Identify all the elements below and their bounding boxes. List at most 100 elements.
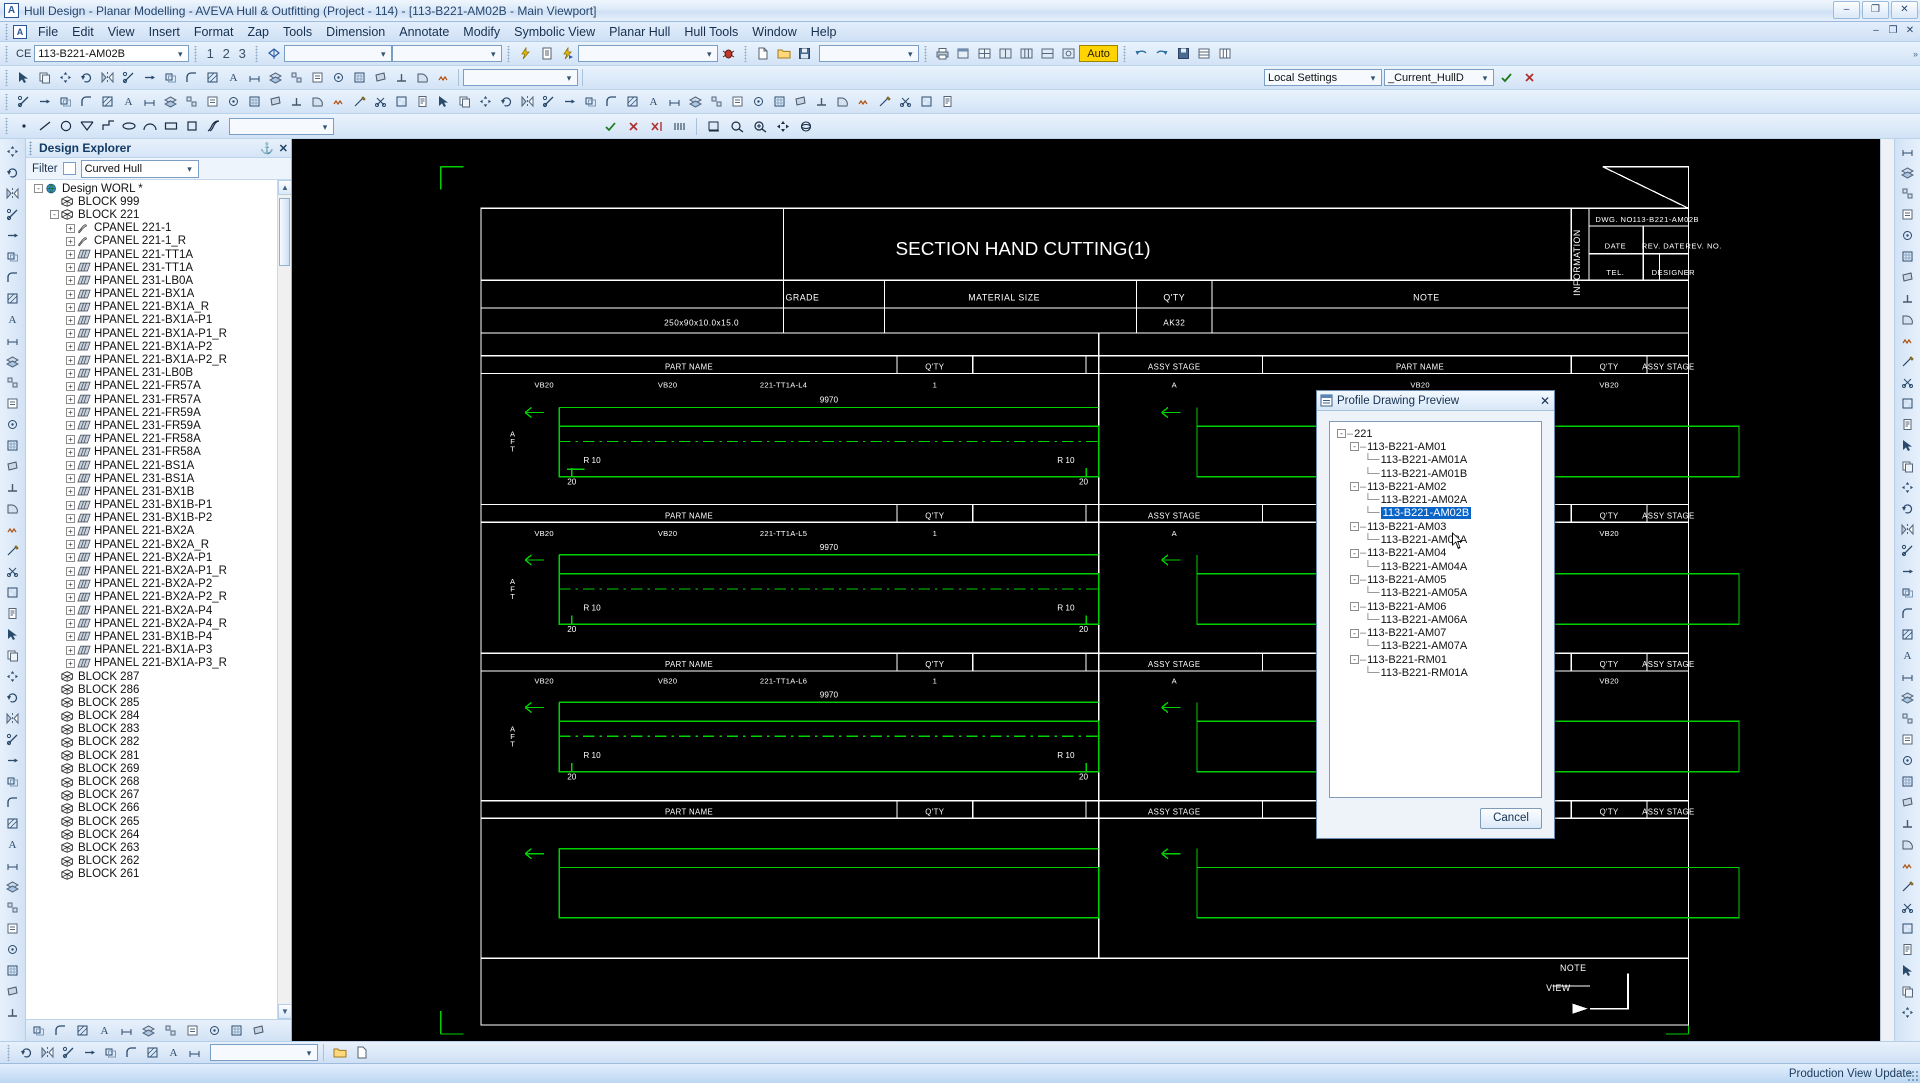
dimension-icon[interactable] <box>3 330 23 350</box>
layer-icon[interactable] <box>3 876 23 896</box>
print-icon[interactable] <box>932 44 953 64</box>
dimension-icon[interactable] <box>1898 666 1918 686</box>
hatch-icon[interactable] <box>1898 624 1918 644</box>
trim-icon[interactable] <box>58 1043 79 1063</box>
toolbar3-drag-handle[interactable] <box>3 93 10 110</box>
tree-item[interactable]: BLOCK 263 <box>26 841 291 854</box>
tree-item[interactable]: + HPANEL 221-BX1A-P1 <box>26 314 291 327</box>
menu-item-symbolic-view[interactable]: Symbolic View <box>507 23 602 41</box>
text-icon[interactable]: A <box>223 68 244 88</box>
dimension-icon[interactable] <box>1898 141 1918 161</box>
rotate-icon[interactable] <box>76 68 97 88</box>
stiffener-icon[interactable] <box>1898 288 1918 308</box>
report-icon[interactable] <box>937 92 958 112</box>
pin-icon[interactable]: ⚓ <box>260 142 274 155</box>
move-icon[interactable] <box>475 92 496 112</box>
text-icon[interactable]: A <box>94 1021 115 1041</box>
dimension-icon[interactable] <box>244 68 265 88</box>
drawing-list-item[interactable]: - –113-B221-AM05 <box>1333 573 1538 586</box>
properties-icon[interactable] <box>202 92 223 112</box>
point-icon[interactable] <box>13 116 34 136</box>
polyline-icon[interactable] <box>76 116 97 136</box>
drawing-list-item[interactable]: └─ 113-B221-AM03A <box>1333 533 1538 546</box>
cut-icon[interactable] <box>370 92 391 112</box>
scroll-up-button[interactable]: ▲ <box>278 180 291 195</box>
properties-icon[interactable] <box>3 393 23 413</box>
grid-table-icon[interactable] <box>1215 44 1236 64</box>
fillet-icon[interactable] <box>601 92 622 112</box>
toolbar1-overflow-chevron-icon[interactable]: » <box>1913 49 1918 59</box>
mdi-restore-button[interactable]: ❐ <box>1885 24 1901 40</box>
fillet-icon[interactable] <box>3 792 23 812</box>
dialog-close-icon[interactable]: ✕ <box>1540 395 1550 407</box>
reject-all-icon[interactable] <box>646 116 667 136</box>
tree-item[interactable]: BLOCK 283 <box>26 723 291 736</box>
spline-icon[interactable] <box>202 116 223 136</box>
mirror-icon[interactable] <box>3 708 23 728</box>
expand-icon[interactable]: + <box>66 566 75 576</box>
expand-icon[interactable]: + <box>66 487 75 497</box>
tree-item[interactable]: + HPANEL 221-BX1A-P2_R <box>26 353 291 366</box>
tree-item[interactable]: BLOCK 281 <box>26 749 291 762</box>
dimension-icon[interactable] <box>139 92 160 112</box>
group-icon[interactable] <box>160 1021 181 1041</box>
tree-item[interactable]: BLOCK 282 <box>26 736 291 749</box>
filter-type-combo[interactable]: Curved Hull ▾ <box>80 159 199 178</box>
menu-item-file[interactable]: File <box>31 23 65 41</box>
tree-item[interactable]: + HPANEL 231-LB0B <box>26 367 291 380</box>
cut-icon[interactable] <box>1898 897 1918 917</box>
rotate-icon[interactable] <box>3 162 23 182</box>
arc-icon[interactable] <box>139 116 160 136</box>
menu-drag-handle[interactable] <box>3 23 10 40</box>
bracket-icon[interactable] <box>412 68 433 88</box>
tree-item[interactable]: + HPANEL 231-BX1B-P4 <box>26 630 291 643</box>
local-settings-combo[interactable]: Local Settings ▾ <box>1264 69 1382 86</box>
layout-2-icon[interactable] <box>995 44 1016 64</box>
level-combo-1[interactable]: ▾ <box>284 45 393 62</box>
trim-icon[interactable] <box>3 204 23 224</box>
menu-item-annotate[interactable]: Annotate <box>392 23 456 41</box>
tree-item[interactable]: BLOCK 266 <box>26 802 291 815</box>
list-report-icon[interactable] <box>536 44 557 64</box>
drawing-list-item[interactable]: - –113-B221-AM07 <box>1333 626 1538 639</box>
bracket-icon[interactable] <box>1898 309 1918 329</box>
menu-item-tools[interactable]: Tools <box>276 23 319 41</box>
bracket-icon[interactable] <box>3 498 23 518</box>
expand-icon[interactable]: + <box>66 513 75 523</box>
ce-combo[interactable]: 113-B221-AM02B ▾ <box>34 45 190 62</box>
nest-icon[interactable] <box>3 582 23 602</box>
tree-item[interactable]: BLOCK 287 <box>26 670 291 683</box>
expand-icon[interactable]: + <box>66 276 75 286</box>
rotate-icon[interactable] <box>16 1043 37 1063</box>
circle-icon[interactable] <box>55 116 76 136</box>
offset-icon[interactable] <box>580 92 601 112</box>
snap-icon[interactable] <box>1898 225 1918 245</box>
copy-icon[interactable] <box>34 68 55 88</box>
copy-icon[interactable] <box>3 645 23 665</box>
group-icon[interactable] <box>3 372 23 392</box>
properties-icon[interactable] <box>3 918 23 938</box>
offset-icon[interactable] <box>3 246 23 266</box>
bug-icon[interactable] <box>718 44 739 64</box>
offset-icon[interactable] <box>55 92 76 112</box>
move-icon[interactable] <box>3 666 23 686</box>
drawing-list-item[interactable]: - –113-B221-AM04 <box>1333 547 1538 560</box>
apply-check-icon[interactable] <box>1496 68 1517 88</box>
fillet-icon[interactable] <box>121 1043 142 1063</box>
stiffener-icon[interactable] <box>3 1002 23 1022</box>
expand-icon[interactable]: + <box>66 302 75 312</box>
layout-3-icon[interactable] <box>1016 44 1037 64</box>
expand-icon[interactable]: + <box>66 381 75 391</box>
tree-item[interactable]: - BLOCK 221 <box>26 208 291 221</box>
menu-item-format[interactable]: Format <box>187 23 241 41</box>
toolbar1-sep-handle-a[interactable] <box>192 45 200 62</box>
drawing-list-item[interactable]: └─ 113-B221-AM04A <box>1333 560 1538 573</box>
snap-icon[interactable] <box>3 939 23 959</box>
tree-item[interactable]: + HPANEL 221-BX2A-P2_R <box>26 591 291 604</box>
text-icon[interactable]: A <box>3 309 23 329</box>
drawing-list-item[interactable]: └─ 113-B221-AM05A <box>1333 587 1538 600</box>
marking-icon[interactable] <box>874 92 895 112</box>
close-icon[interactable]: ✕ <box>279 142 288 155</box>
expand-icon[interactable]: + <box>66 606 75 616</box>
expand-icon[interactable]: + <box>66 408 75 418</box>
